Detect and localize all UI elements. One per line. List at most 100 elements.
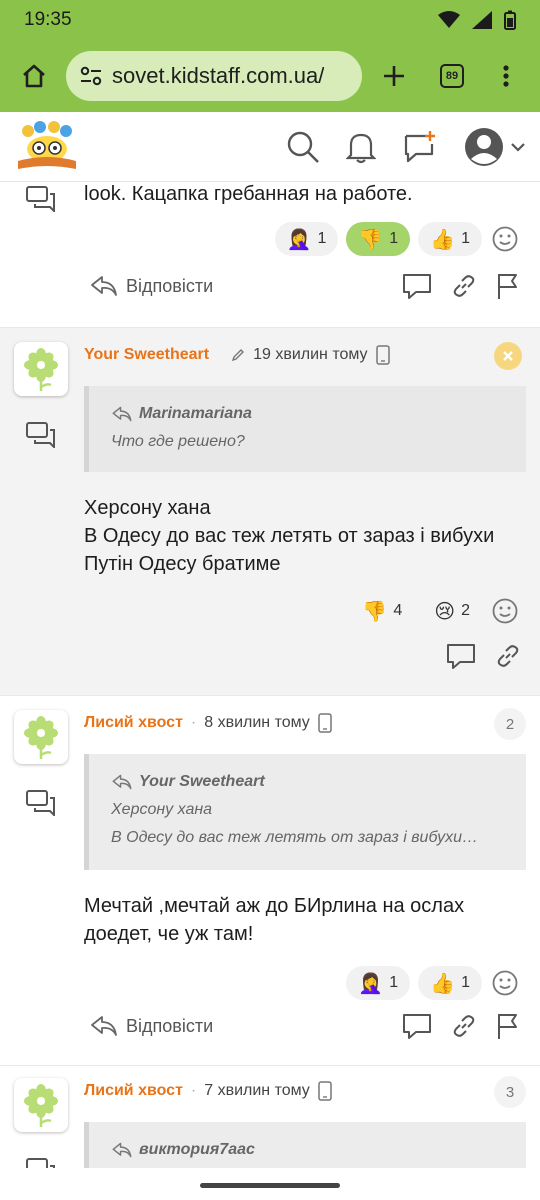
thumbs-up-icon: 👍 bbox=[430, 972, 456, 995]
reaction-crying[interactable]: 😢 2 bbox=[422, 594, 482, 628]
smiley-icon bbox=[492, 598, 518, 624]
site-settings-icon[interactable] bbox=[80, 66, 102, 86]
reply-icon bbox=[91, 276, 117, 296]
reply-button[interactable]: Відповісти bbox=[90, 1015, 213, 1037]
author-name[interactable]: Your Sweetheart bbox=[84, 346, 209, 364]
comment-time: 19 хвилин тому bbox=[253, 346, 368, 363]
reply-icon bbox=[112, 406, 132, 422]
quote-author: Marinamariana bbox=[139, 405, 252, 422]
link-icon[interactable] bbox=[452, 274, 476, 298]
flower-icon bbox=[24, 716, 58, 759]
flag-icon[interactable] bbox=[496, 1012, 520, 1040]
message-icon[interactable] bbox=[26, 790, 56, 816]
message-icon[interactable] bbox=[26, 186, 56, 212]
reply-button[interactable]: Відповісти bbox=[90, 275, 213, 297]
add-reaction-button[interactable] bbox=[490, 596, 520, 626]
comment-item: Лисий хвост · 7 хвилин тому 3 виктория7а… bbox=[0, 1066, 540, 1168]
quote-line: Что где решено? bbox=[111, 433, 245, 450]
add-reaction-button[interactable] bbox=[490, 968, 520, 998]
comment-meta: Лисий хвост · 8 хвилин тому bbox=[84, 712, 332, 734]
comment-icon[interactable] bbox=[402, 1012, 432, 1040]
mobile-device-icon bbox=[318, 713, 332, 733]
message-icon[interactable] bbox=[26, 1158, 56, 1168]
kebab-menu-icon bbox=[503, 65, 509, 87]
comment-meta: Your Sweetheart 19 хвилин тому bbox=[84, 344, 390, 366]
quote-block: виктория7аас bbox=[84, 1122, 526, 1168]
flower-icon bbox=[24, 1084, 58, 1127]
smiley-icon bbox=[492, 226, 518, 252]
comment-item: Лисий хвост · 8 хвилин тому 2 Your Sweet… bbox=[0, 696, 540, 1066]
status-bar: 19:35 bbox=[0, 0, 540, 40]
author-name[interactable]: Лисий хвост bbox=[84, 714, 183, 732]
reaction-facepalm[interactable]: 🤦‍♀️ 1 bbox=[274, 222, 339, 256]
profile-menu[interactable] bbox=[464, 127, 526, 167]
flower-icon bbox=[24, 348, 58, 391]
tabs-count: 89 bbox=[440, 64, 464, 88]
bell-icon[interactable] bbox=[346, 130, 376, 164]
plus-icon bbox=[384, 66, 404, 86]
comment-meta: Лисий хвост · 7 хвилин тому bbox=[84, 1080, 332, 1102]
site-header bbox=[0, 112, 540, 182]
thumbs-down-icon: 👎 bbox=[362, 600, 388, 623]
reaction-facepalm[interactable]: 🤦‍♀️ 1 bbox=[346, 966, 411, 1000]
add-reaction-button[interactable] bbox=[490, 224, 520, 254]
link-icon[interactable] bbox=[496, 644, 520, 668]
facepalm-icon: 🤦‍♀️ bbox=[358, 972, 384, 995]
signal-icon bbox=[472, 11, 492, 29]
search-icon[interactable] bbox=[286, 130, 320, 164]
quote-author: Your Sweetheart bbox=[139, 773, 265, 790]
site-logo[interactable] bbox=[14, 120, 80, 173]
browser-menu-button[interactable] bbox=[486, 56, 526, 96]
battery-icon bbox=[504, 10, 516, 30]
close-icon bbox=[503, 351, 513, 361]
gesture-handle[interactable] bbox=[200, 1183, 340, 1188]
thumbs-down-icon: 👎 bbox=[358, 228, 384, 251]
reaction-thumbs-up[interactable]: 👍 1 bbox=[418, 222, 482, 256]
reaction-thumbs-down[interactable]: 👎 1 bbox=[346, 222, 411, 256]
chevron-down-icon bbox=[511, 142, 525, 152]
reply-icon bbox=[112, 1142, 132, 1158]
reply-icon bbox=[91, 1016, 117, 1036]
reactions: 🤦‍♀️ 1 👎 1 👍 1 bbox=[274, 222, 520, 256]
comment-time: 7 хвилин тому bbox=[204, 1082, 310, 1099]
comment-actions: Відповісти bbox=[90, 1012, 520, 1040]
comment-item: look. Кацапка гребанная на работе. 🤦‍♀️ 1… bbox=[0, 182, 540, 328]
author-name[interactable]: Лисий хвост bbox=[84, 1082, 183, 1100]
flag-icon[interactable] bbox=[496, 272, 520, 300]
avatar[interactable] bbox=[14, 342, 68, 396]
mobile-device-icon bbox=[375, 345, 390, 365]
comment-actions bbox=[90, 642, 520, 670]
new-post-icon[interactable] bbox=[402, 130, 438, 164]
comment-body: look. Кацапка гребанная на работе. bbox=[84, 183, 413, 205]
comment-number: 2 bbox=[494, 708, 526, 740]
reactions: 🤦‍♀️ 1 👍 1 bbox=[346, 966, 520, 1000]
new-tab-button[interactable] bbox=[374, 56, 414, 96]
smiley-icon bbox=[492, 970, 518, 996]
edit-pencil-icon bbox=[231, 349, 245, 362]
message-icon[interactable] bbox=[26, 422, 56, 448]
comment-number: 3 bbox=[494, 1076, 526, 1108]
thumbs-up-icon: 👍 bbox=[430, 228, 456, 251]
quote-block: Your Sweetheart Херсону хана В Одесу до … bbox=[84, 754, 526, 870]
quote-block: Marinamariana Что где решено? bbox=[84, 386, 526, 472]
status-time: 19:35 bbox=[24, 9, 72, 30]
reaction-thumbs-down[interactable]: 👎 4 bbox=[350, 594, 414, 628]
reaction-thumbs-up[interactable]: 👍 1 bbox=[418, 966, 482, 1000]
comment-body: Херсону хана В Одесу до вас теж летять о… bbox=[84, 497, 495, 575]
avatar[interactable] bbox=[14, 1078, 68, 1132]
comment-icon[interactable] bbox=[446, 642, 476, 670]
logo-icon bbox=[18, 120, 76, 169]
address-bar[interactable]: sovet.kidstaff.com.ua/ bbox=[66, 51, 362, 101]
quote-author: виктория7аас bbox=[139, 1141, 255, 1158]
tab-switcher-button[interactable]: 89 bbox=[432, 56, 472, 96]
comment-actions: Відповісти bbox=[90, 272, 520, 300]
close-badge[interactable] bbox=[494, 342, 522, 370]
home-icon bbox=[23, 64, 45, 88]
browser-toolbar: sovet.kidstaff.com.ua/ 89 bbox=[0, 40, 540, 112]
avatar-icon bbox=[465, 127, 503, 166]
avatar[interactable] bbox=[14, 710, 68, 764]
link-icon[interactable] bbox=[452, 1014, 476, 1038]
comment-icon[interactable] bbox=[402, 272, 432, 300]
home-button[interactable] bbox=[14, 56, 54, 96]
wifi-icon bbox=[438, 11, 460, 28]
